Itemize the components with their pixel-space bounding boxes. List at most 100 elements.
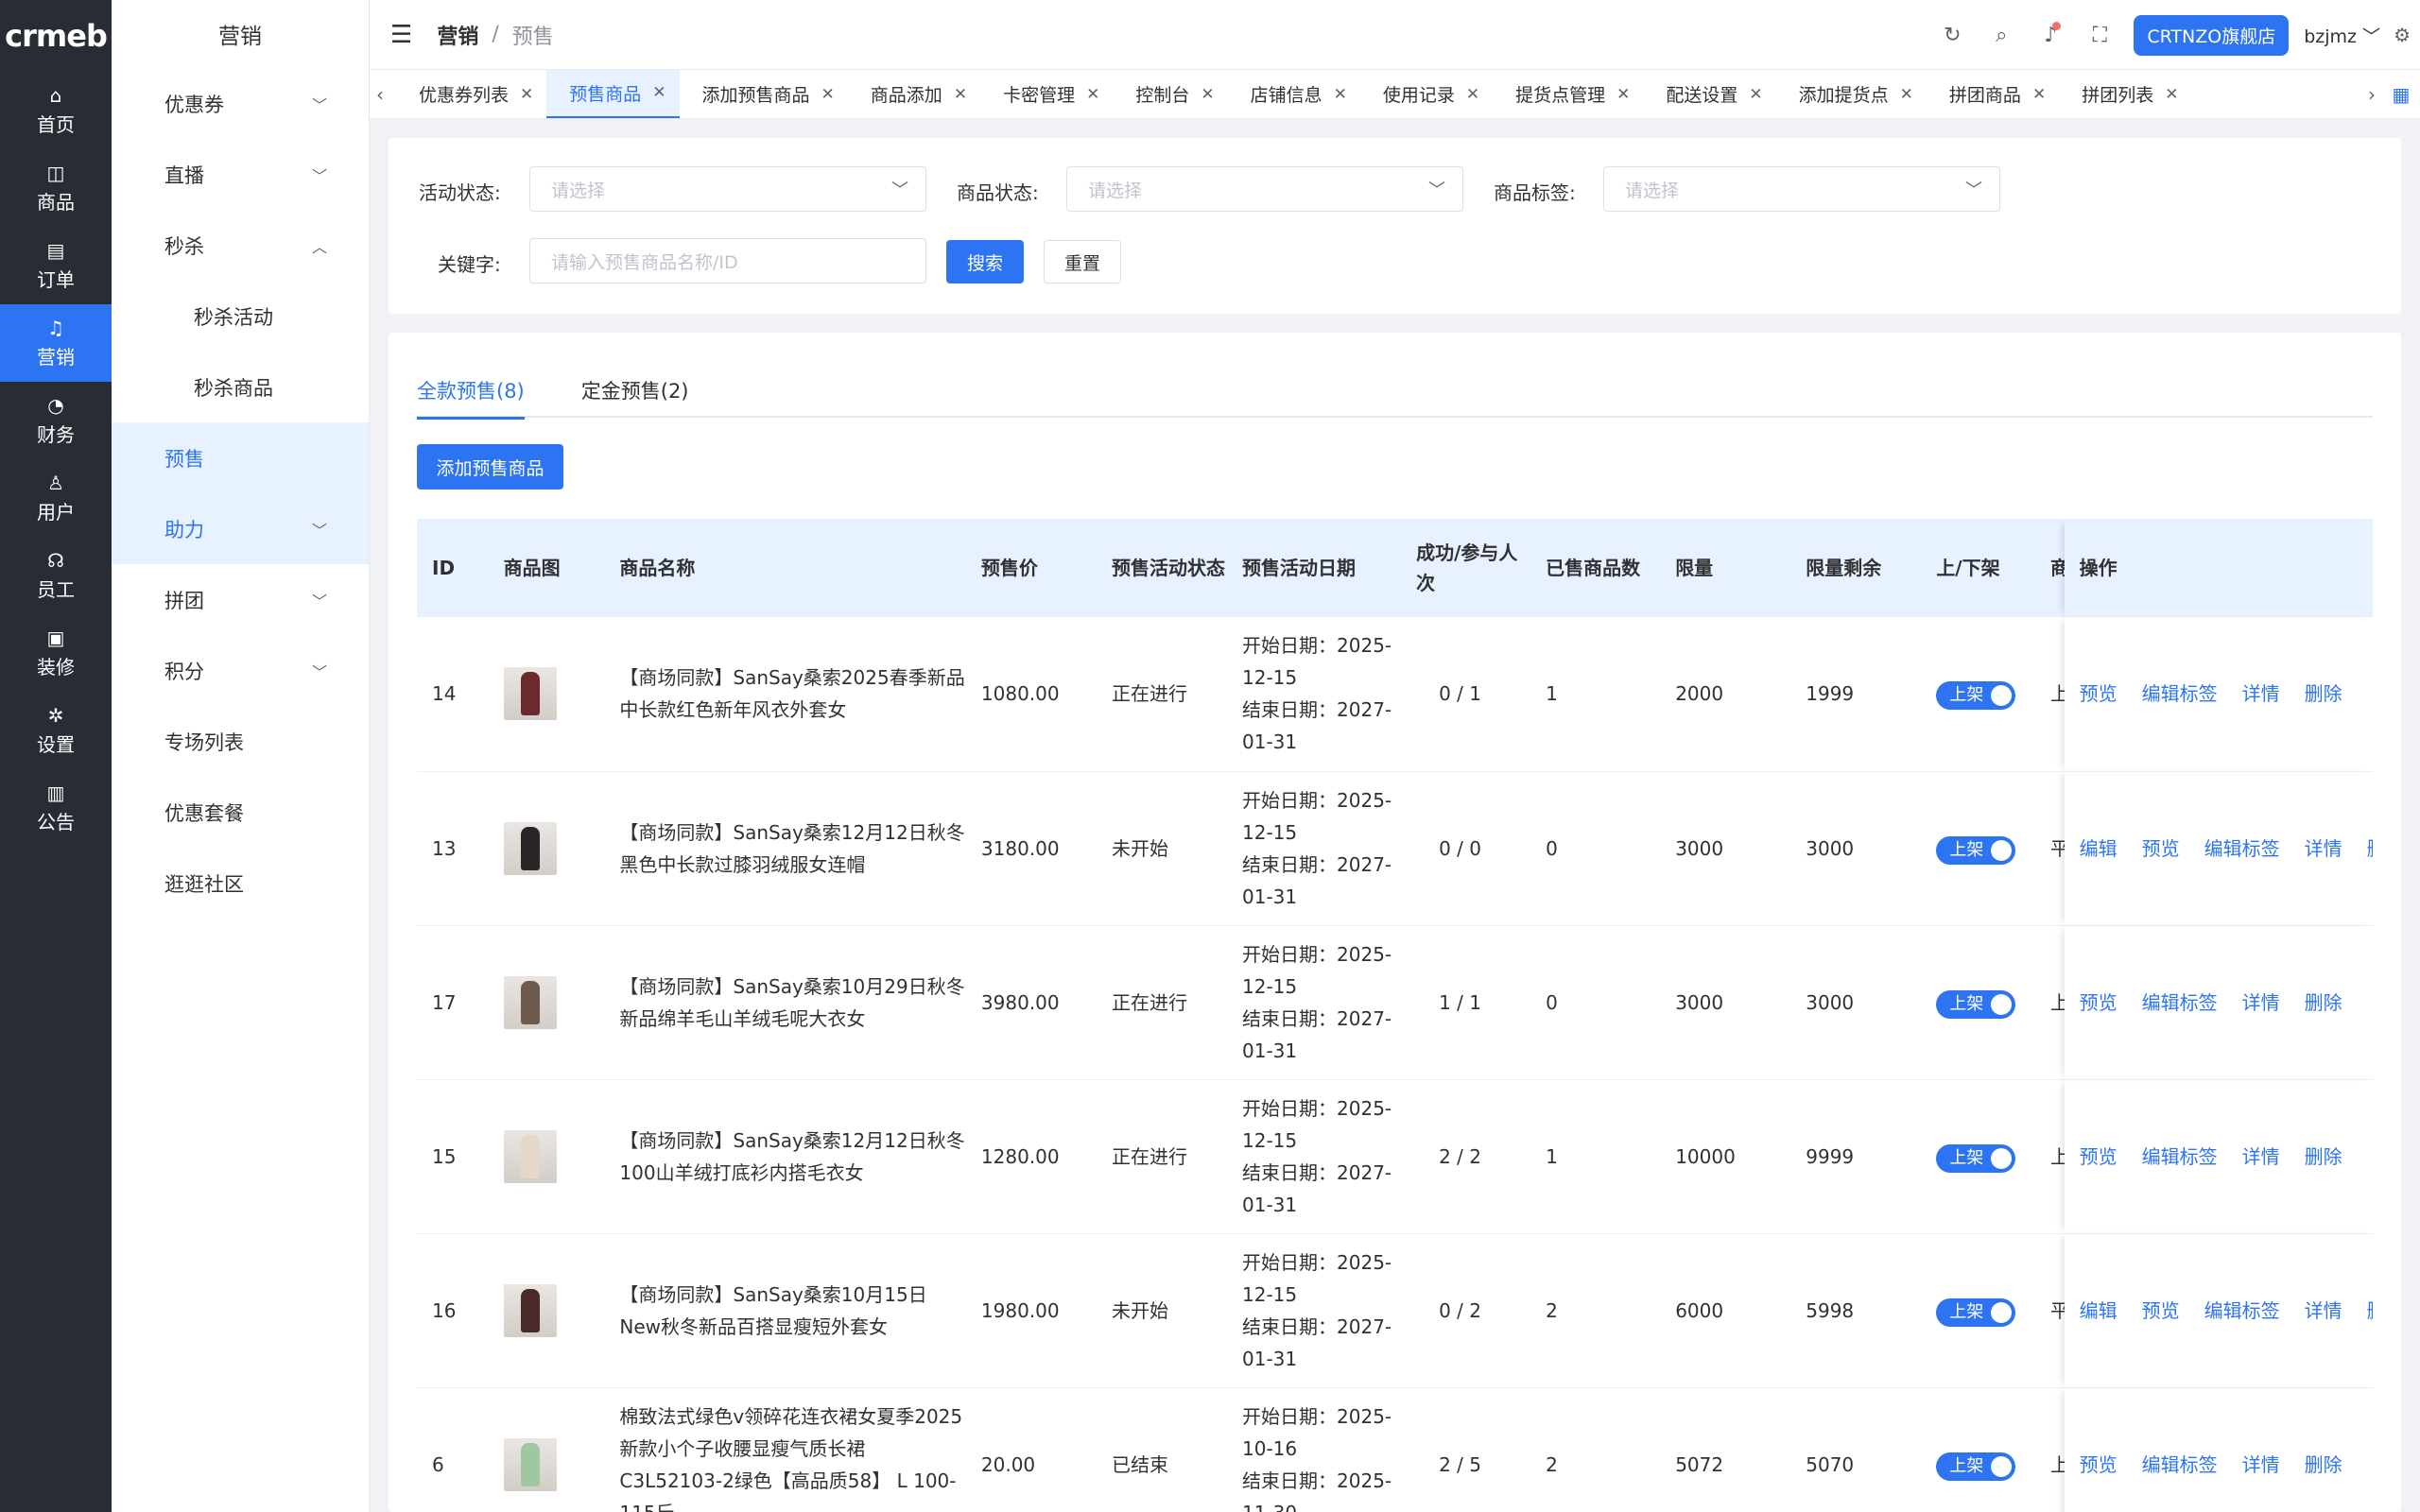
action-link[interactable]: 编辑标签 xyxy=(2204,833,2280,865)
tab-page[interactable]: 控制台 ✕ xyxy=(1113,70,1227,118)
product-image[interactable] xyxy=(503,1283,557,1337)
submenu-item-community[interactable]: 逛逛社区 xyxy=(112,848,369,919)
tab-page[interactable]: 提货点管理 ✕ xyxy=(1493,70,1643,118)
submenu-item-live[interactable]: 直播 ﹀ xyxy=(112,139,369,210)
search-button[interactable]: 搜索 xyxy=(946,240,1024,284)
action-link[interactable]: 预览 xyxy=(2080,1141,2118,1173)
action-link[interactable]: 预览 xyxy=(2080,1449,2118,1481)
shelf-toggle[interactable]: 上架 xyxy=(1936,835,2016,865)
rail-item-order[interactable]: ▤ 订单 xyxy=(0,227,112,304)
breadcrumb-marketing[interactable]: 营销 xyxy=(437,20,478,50)
add-presale-product-button[interactable]: 添加预售商品 xyxy=(417,444,563,490)
action-link[interactable]: 删除 xyxy=(2305,1449,2342,1481)
action-link[interactable]: 编辑标签 xyxy=(2142,1449,2218,1481)
tab-full-presale[interactable]: 全款预售(8) xyxy=(417,376,525,420)
rail-item-finance[interactable]: ◔ 财务 xyxy=(0,382,112,459)
close-icon[interactable]: ✕ xyxy=(1334,85,1347,104)
action-link[interactable]: 编辑标签 xyxy=(2142,678,2218,710)
close-icon[interactable]: ✕ xyxy=(1201,85,1214,104)
product-image[interactable] xyxy=(503,667,557,721)
reset-button[interactable]: 重置 xyxy=(1044,240,1121,284)
action-link[interactable]: 删除 xyxy=(2305,678,2342,710)
action-link[interactable]: 预览 xyxy=(2142,833,2180,865)
close-icon[interactable]: ✕ xyxy=(821,85,835,104)
grid-icon[interactable]: ▦ xyxy=(2382,83,2420,106)
action-link[interactable]: 预览 xyxy=(2080,678,2118,710)
tabs-left-arrow-icon[interactable]: ‹ xyxy=(370,83,390,106)
submenu-item-coupon[interactable]: 优惠券 ﹀ xyxy=(112,68,369,139)
search-icon[interactable]: ⌕ xyxy=(1977,24,2026,47)
rail-item-home[interactable]: ⌂ 首页 xyxy=(0,72,112,149)
submenu-item-presale[interactable]: 预售 xyxy=(112,422,369,493)
submenu-item-special-list[interactable]: 专场列表 xyxy=(112,706,369,777)
shelf-toggle[interactable]: 上架 xyxy=(1936,681,2016,711)
tab-page[interactable]: 商品添加 ✕ xyxy=(848,70,980,118)
product-image[interactable] xyxy=(503,1129,557,1183)
action-link[interactable]: 删除 xyxy=(2367,1295,2373,1327)
close-icon[interactable]: ✕ xyxy=(1900,85,1913,104)
close-icon[interactable]: ✕ xyxy=(652,83,666,102)
close-icon[interactable]: ✕ xyxy=(2165,85,2178,104)
action-link[interactable]: 详情 xyxy=(2242,1141,2280,1173)
tab-page[interactable]: 使用记录 ✕ xyxy=(1360,70,1493,118)
tabs-right-arrow-icon[interactable]: › xyxy=(2361,83,2382,106)
action-link[interactable]: 删除 xyxy=(2367,833,2373,865)
tab-page[interactable]: 配送设置 ✕ xyxy=(1643,70,1775,118)
submenu-item-seckill-activity[interactable]: 秒杀活动 xyxy=(112,281,369,352)
close-icon[interactable]: ✕ xyxy=(520,85,533,104)
rail-item-decor[interactable]: ▣ 装修 xyxy=(0,614,112,692)
submenu-item-seckill-product[interactable]: 秒杀商品 xyxy=(112,352,369,422)
action-link[interactable]: 编辑标签 xyxy=(2142,1141,2218,1173)
tab-page[interactable]: 添加预售商品 ✕ xyxy=(680,70,848,118)
action-link[interactable]: 详情 xyxy=(2242,987,2280,1019)
action-link[interactable]: 删除 xyxy=(2305,1141,2342,1173)
submenu-item-seckill[interactable]: 秒杀 ︿ xyxy=(112,210,369,281)
product-status-select[interactable]: 请选择 ﹀ xyxy=(1066,166,1463,212)
tab-page[interactable]: 店铺信息 ✕ xyxy=(1228,70,1360,118)
store-button[interactable]: CRTNZO旗舰店 xyxy=(2134,14,2290,56)
menu-toggle-icon[interactable]: ☰ xyxy=(390,21,412,49)
user-menu[interactable]: bzjmz ﹀ xyxy=(2304,23,2380,48)
close-icon[interactable]: ✕ xyxy=(1086,85,1099,104)
tab-page[interactable]: 添加提货点 ✕ xyxy=(1776,70,1927,118)
action-link[interactable]: 编辑标签 xyxy=(2204,1295,2280,1327)
action-link[interactable]: 详情 xyxy=(2242,1449,2280,1481)
product-image[interactable] xyxy=(503,975,557,1029)
action-link[interactable]: 详情 xyxy=(2305,833,2342,865)
rail-item-settings[interactable]: ✲ 设置 xyxy=(0,692,112,769)
bell-icon[interactable]: ♪ xyxy=(2026,21,2075,47)
close-icon[interactable]: ✕ xyxy=(2032,85,2046,104)
product-image[interactable] xyxy=(503,821,557,875)
close-icon[interactable]: ✕ xyxy=(954,85,967,104)
product-image[interactable] xyxy=(503,1437,557,1491)
action-link[interactable]: 预览 xyxy=(2142,1295,2180,1327)
shelf-toggle[interactable]: 上架 xyxy=(1936,1452,2016,1481)
rail-item-notice[interactable]: ▥ 公告 xyxy=(0,769,112,847)
refresh-icon[interactable]: ↻ xyxy=(1927,24,1977,47)
app-logo[interactable]: crmeb xyxy=(0,0,112,72)
shelf-toggle[interactable]: 上架 xyxy=(1936,989,2016,1019)
close-icon[interactable]: ✕ xyxy=(1749,85,1762,104)
gear-icon[interactable]: ⚙ xyxy=(2394,24,2411,46)
tab-page[interactable]: 预售商品 ✕ xyxy=(546,70,680,118)
close-icon[interactable]: ✕ xyxy=(1616,85,1630,104)
shelf-toggle[interactable]: 上架 xyxy=(1936,1297,2016,1327)
submenu-item-group-buy[interactable]: 拼团 ﹀ xyxy=(112,564,369,635)
tab-page[interactable]: 拼团商品 ✕ xyxy=(1927,70,2059,118)
action-link[interactable]: 详情 xyxy=(2242,678,2280,710)
submenu-item-assist[interactable]: 助力 ﹀ xyxy=(112,493,369,564)
action-link[interactable]: 删除 xyxy=(2305,987,2342,1019)
tab-deposit-presale[interactable]: 定金预售(2) xyxy=(581,376,689,418)
action-link[interactable]: 编辑标签 xyxy=(2142,987,2218,1019)
fullscreen-icon[interactable]: ⛶ xyxy=(2075,24,2124,47)
action-link[interactable]: 预览 xyxy=(2080,987,2118,1019)
submenu-item-points[interactable]: 积分 ﹀ xyxy=(112,635,369,706)
rail-item-staff[interactable]: ☊ 员工 xyxy=(0,537,112,614)
rail-item-product[interactable]: ◫ 商品 xyxy=(0,149,112,227)
tab-page[interactable]: 拼团列表 ✕ xyxy=(2059,70,2191,118)
product-tag-select[interactable]: 请选择 ﹀ xyxy=(1603,166,2000,212)
tab-page[interactable]: 卡密管理 ✕ xyxy=(980,70,1113,118)
action-link[interactable]: 详情 xyxy=(2305,1295,2342,1327)
activity-status-select[interactable]: 请选择 ﹀ xyxy=(529,166,926,212)
keyword-input[interactable]: 请输入预售商品名称/ID xyxy=(529,238,926,284)
